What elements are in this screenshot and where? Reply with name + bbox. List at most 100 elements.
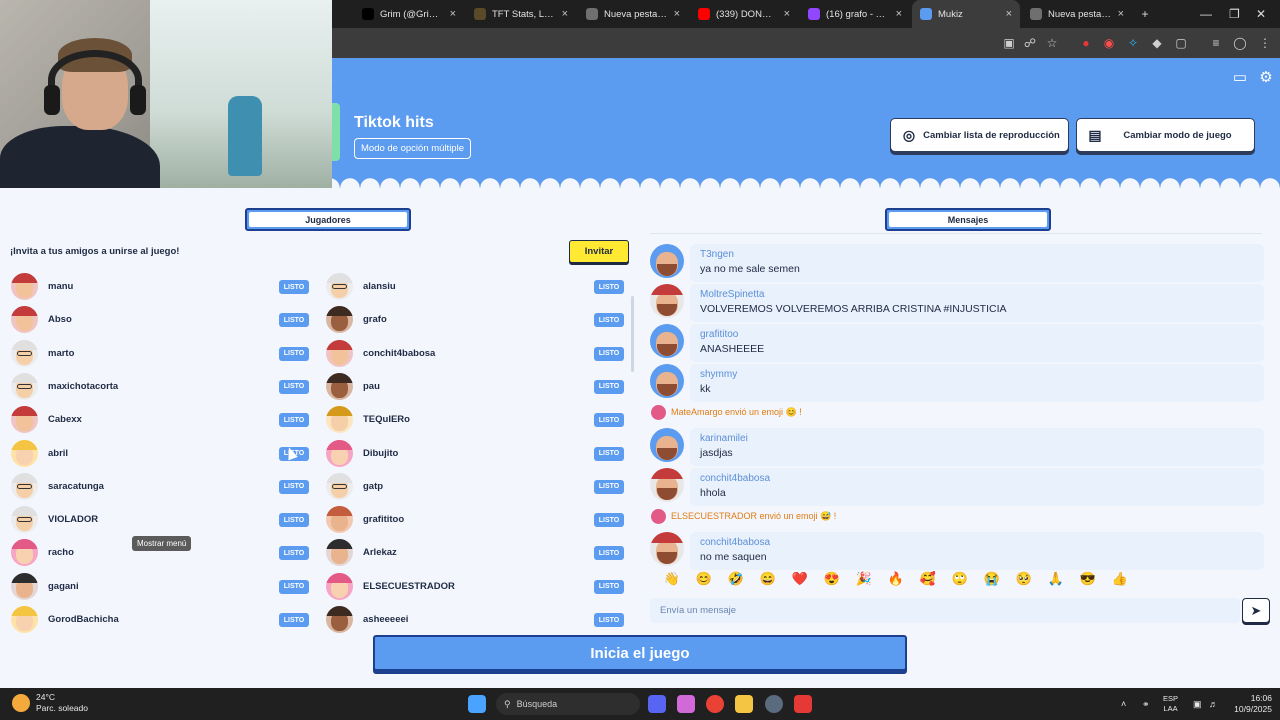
emoji-button[interactable]: ❤️	[784, 571, 816, 587]
translate-icon[interactable]: ☍	[1021, 34, 1039, 52]
browser-tab[interactable]: Nueva pestaña ×	[1022, 0, 1132, 28]
extensions-puzzle-icon[interactable]: ▢	[1172, 34, 1190, 52]
browser-tab[interactable]: Grim (@Grim_BG) / ×	[354, 0, 464, 28]
send-button[interactable]: ➤	[1242, 598, 1270, 623]
copilot-icon[interactable]	[677, 695, 695, 713]
ready-badge[interactable]: LISTO	[279, 346, 309, 361]
player-row[interactable]: ELSECUESTRADOR LISTO	[326, 572, 626, 601]
browser-tab[interactable]: Nueva pestaña ×	[578, 0, 688, 28]
close-tab-icon[interactable]: ×	[674, 8, 680, 20]
close-tab-icon[interactable]: ×	[562, 8, 568, 20]
taskbar-search[interactable]: ⚲ Búsqueda	[496, 693, 640, 715]
minimize-icon[interactable]: —	[1200, 0, 1212, 28]
ready-badge[interactable]: LISTO	[594, 413, 624, 428]
player-row[interactable]: gagani LISTO	[11, 572, 311, 601]
player-row[interactable]: Cabexx LISTO	[11, 406, 311, 434]
player-row[interactable]: gatp LISTO	[326, 472, 626, 501]
emoji-button[interactable]: 🎉	[848, 571, 880, 587]
emoji-button[interactable]: 😍	[816, 571, 848, 587]
browser-tab[interactable]: (16) grafo - Twitch ×	[800, 0, 910, 28]
player-list-scrollbar[interactable]	[631, 296, 634, 372]
ready-badge[interactable]: LISTO	[279, 579, 309, 594]
reading-list-icon[interactable]: ≡	[1207, 34, 1225, 52]
profile-icon[interactable]: ◯	[1231, 34, 1249, 52]
new-tab-button[interactable]: +	[1138, 0, 1152, 28]
menu-dots-icon[interactable]: ⋮	[1256, 34, 1274, 52]
player-row[interactable]: Abso LISTO	[11, 306, 311, 334]
player-row[interactable]: grafo LISTO	[326, 306, 626, 334]
close-tab-icon[interactable]: ×	[450, 8, 456, 20]
volume-icon[interactable]: ♬	[1209, 688, 1218, 720]
extension-seven-icon[interactable]: ✧	[1124, 34, 1142, 52]
file-explorer-icon[interactable]	[735, 695, 753, 713]
player-row[interactable]: conchit4babosa LISTO	[326, 339, 626, 368]
restore-icon[interactable]: ❐	[1229, 0, 1240, 28]
player-row[interactable]: abril LISTO	[11, 439, 311, 468]
player-row[interactable]: maxichotacorta LISTO	[11, 372, 311, 401]
chrome-taskbar-icon[interactable]	[706, 695, 724, 713]
extension-diamond-icon[interactable]: ◆	[1148, 34, 1166, 52]
browser-tab[interactable]: TFT Stats, Leaderb ×	[466, 0, 576, 28]
player-row[interactable]: grafititoo LISTO	[326, 506, 626, 534]
player-row[interactable]: saracatunga LISTO	[11, 472, 311, 501]
player-row[interactable]: GorodBachicha LISTO	[11, 606, 311, 634]
emoji-button[interactable]: 🤣	[720, 571, 752, 587]
gear-icon[interactable]: ⚙	[1257, 68, 1275, 86]
emoji-button[interactable]: 😭	[976, 571, 1008, 587]
player-row[interactable]: manu LISTO	[11, 273, 311, 301]
ready-badge[interactable]: LISTO	[279, 479, 309, 494]
emoji-button[interactable]: 🥺	[1008, 571, 1040, 587]
network-icon[interactable]: ▣	[1193, 688, 1202, 720]
emoji-button[interactable]: 🥰	[912, 571, 944, 587]
ready-badge[interactable]: LISTO	[594, 546, 624, 561]
ready-badge[interactable]: LISTO	[279, 280, 309, 294]
emoji-button[interactable]: 😎	[1072, 571, 1104, 587]
close-tab-icon[interactable]: ×	[784, 8, 790, 20]
bookmark-star-icon[interactable]: ☆	[1043, 34, 1061, 52]
emoji-button[interactable]: 🙏	[1040, 571, 1072, 587]
emoji-button[interactable]: 👍	[1104, 571, 1136, 587]
screen-icon[interactable]: ▭	[1231, 68, 1249, 86]
extension-record-icon[interactable]: ◉	[1100, 34, 1118, 52]
ready-badge[interactable]: LISTO	[594, 313, 624, 328]
ready-badge[interactable]: LISTO	[279, 313, 309, 328]
discord-icon[interactable]	[648, 695, 666, 713]
ready-badge[interactable]: LISTO	[594, 280, 624, 294]
emoji-button[interactable]: 😊	[688, 571, 720, 587]
ready-badge[interactable]: LISTO	[279, 546, 309, 561]
ready-badge[interactable]: LISTO	[279, 613, 309, 627]
emoji-button[interactable]: 🔥	[880, 571, 912, 587]
player-row[interactable]: pau LISTO	[326, 372, 626, 401]
start-game-button[interactable]: Inicia el juego	[373, 635, 907, 671]
player-row[interactable]: asheeeeei LISTO	[326, 606, 626, 634]
change-mode-button[interactable]: ▤ Cambiar modo de juego	[1076, 118, 1255, 152]
player-row[interactable]: Dibujito LISTO	[326, 439, 626, 468]
invite-button[interactable]: Invitar	[569, 240, 629, 263]
close-window-icon[interactable]: ✕	[1256, 0, 1266, 28]
windows-start-icon[interactable]	[468, 695, 486, 713]
ready-badge[interactable]: LISTO	[594, 479, 624, 494]
player-row[interactable]: marto LISTO	[11, 339, 311, 368]
player-row[interactable]: TEQuIERo LISTO	[326, 406, 626, 434]
ready-badge[interactable]: LISTO	[279, 513, 309, 528]
microphone-icon[interactable]: ⚭	[1142, 688, 1150, 720]
player-row[interactable]: Arlekaz LISTO	[326, 539, 626, 567]
emoji-button[interactable]: 😄	[752, 571, 784, 587]
change-playlist-button[interactable]: ◎ Cambiar lista de reproducción	[890, 118, 1069, 152]
emoji-button[interactable]: 👋	[656, 571, 688, 587]
emoji-button[interactable]: 🙄	[944, 571, 976, 587]
ready-badge[interactable]: LISTO	[594, 379, 624, 394]
message-input[interactable]	[650, 598, 1240, 623]
cast-icon[interactable]: ▣	[1000, 34, 1018, 52]
browser-tab[interactable]: (339) DONDE ESTA ×	[690, 0, 798, 28]
player-row[interactable]: VIOLADOR LISTO	[11, 506, 311, 534]
steam-icon[interactable]	[765, 695, 783, 713]
app-red-icon[interactable]	[794, 695, 812, 713]
ready-badge[interactable]: LISTO	[594, 613, 624, 627]
close-tab-icon[interactable]: ×	[1006, 8, 1012, 20]
player-row[interactable]: alansiu LISTO	[326, 273, 626, 301]
close-tab-icon[interactable]: ×	[896, 8, 902, 20]
tray-chevron-icon[interactable]: ˄	[1121, 688, 1126, 720]
ready-badge[interactable]: LISTO	[594, 446, 624, 461]
ready-badge[interactable]: LISTO	[594, 513, 624, 528]
